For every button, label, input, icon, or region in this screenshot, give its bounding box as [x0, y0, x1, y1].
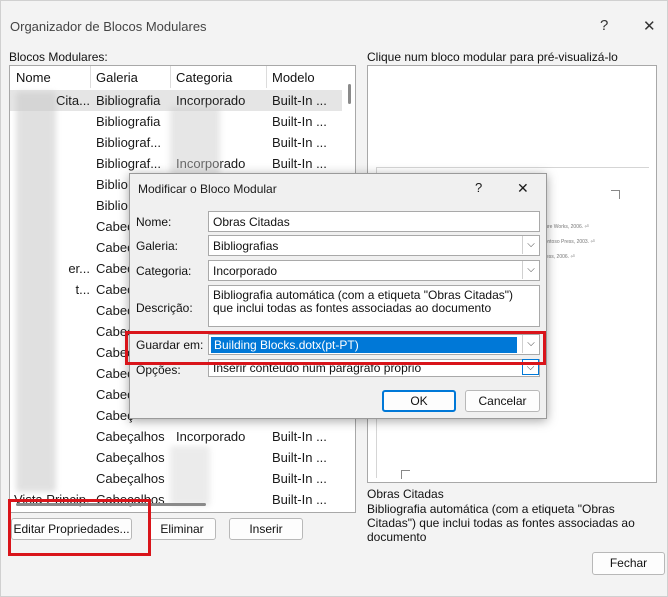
- template-cell: Built-In ...: [272, 114, 327, 129]
- gallery-cell: Bibliografia: [96, 114, 161, 129]
- category-value: Incorporado: [213, 264, 278, 278]
- ok-button[interactable]: OK: [382, 390, 456, 412]
- preview-item-description: Bibliografia automática (com a etiqueta …: [367, 502, 635, 544]
- template-cell: Built-In ...: [272, 471, 327, 486]
- insert-button[interactable]: Inserir: [229, 518, 303, 540]
- name-field[interactable]: Obras Citadas: [208, 211, 540, 232]
- gallery-cell: Cabeçalhos: [96, 429, 165, 444]
- gallery-chevron-down-icon[interactable]: ⌵: [522, 236, 539, 254]
- gallery-value: Bibliografias: [213, 239, 279, 253]
- list-vertical-scrollbar[interactable]: [348, 84, 351, 104]
- gallery-cell: Cabeçalhos: [96, 471, 165, 486]
- preview-item-title: Obras Citadas: [367, 487, 444, 501]
- column-header-gallery[interactable]: Galeria: [96, 70, 138, 85]
- template-cell: Built-In ...: [272, 93, 327, 108]
- modify-building-block-dialog: Modificar o Bloco Modular ? ✕ Nome: Obra…: [129, 173, 547, 419]
- window-title: Organizador de Blocos Modulares: [10, 19, 207, 34]
- close-icon[interactable]: ✕: [643, 17, 656, 35]
- dialog-help-icon[interactable]: ?: [475, 180, 482, 195]
- dialog-title: Modificar o Bloco Modular: [138, 182, 277, 196]
- template-cell: Built-In ...: [272, 135, 327, 150]
- description-label: Descrição:: [136, 301, 193, 315]
- template-cell: Built-In ...: [272, 492, 327, 507]
- dialog-close-icon[interactable]: ✕: [517, 180, 529, 197]
- description-field[interactable]: Bibliografia automática (com a etiqueta …: [208, 285, 540, 327]
- column-header-name[interactable]: Nome: [16, 70, 51, 85]
- table-row[interactable]: Cabeçalhos Incorporado Built-In ...: [10, 426, 342, 447]
- gallery-select[interactable]: Bibliografias: [208, 235, 540, 256]
- category-select[interactable]: Incorporado: [208, 260, 540, 281]
- category-label: Categoria:: [136, 264, 192, 278]
- column-header-category[interactable]: Categoria: [176, 70, 232, 85]
- delete-button[interactable]: Eliminar: [148, 518, 216, 540]
- help-icon[interactable]: ?: [600, 17, 608, 34]
- gallery-cell: Bibliograf...: [96, 135, 162, 150]
- list-header: Nome Galeria Categoria Modelo: [10, 66, 355, 88]
- gallery-cell: Bibliograf...: [96, 156, 162, 171]
- category-chevron-down-icon[interactable]: ⌵: [522, 261, 539, 279]
- cancel-button[interactable]: Cancelar: [465, 390, 540, 412]
- name-label: Nome:: [136, 215, 172, 229]
- template-cell: Built-In ...: [272, 450, 327, 465]
- gallery-cell: Cabeçalhos: [96, 450, 165, 465]
- preview-line: nture Works, 2006. ⏎: [541, 224, 589, 230]
- column-header-template[interactable]: Modelo: [272, 70, 315, 85]
- highlight-edit-properties: [8, 499, 151, 556]
- building-blocks-label: Blocos Modulares:: [9, 50, 108, 64]
- gallery-cell: Bibliografia: [96, 93, 161, 108]
- template-cell: Built-In ...: [272, 429, 327, 444]
- highlight-save-in: [125, 331, 546, 365]
- preview-line: Contoso Press, 2003. ⏎: [541, 239, 595, 245]
- gallery-label: Galeria:: [136, 239, 179, 253]
- template-cell: Built-In ...: [272, 156, 327, 171]
- category-cell: Incorporado: [176, 429, 246, 444]
- preview-label: Clique num bloco modular para pré-visual…: [367, 50, 618, 64]
- options-label: Opções:: [136, 363, 181, 377]
- close-button[interactable]: Fechar: [592, 552, 665, 575]
